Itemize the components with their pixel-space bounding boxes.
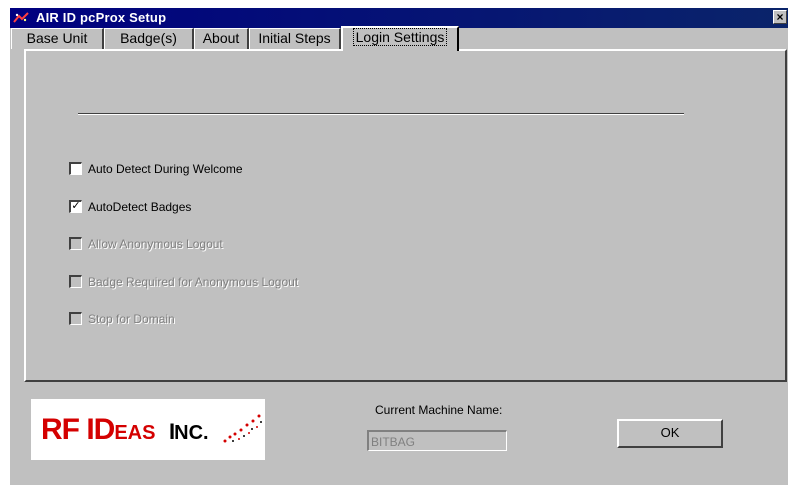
window-title: AIR ID pcProx Setup [36,10,167,25]
logo-sparkle-icon [223,414,262,443]
ok-button[interactable]: OK [617,419,723,448]
tab-about[interactable]: About [194,28,249,49]
tab-badges[interactable]: Badge(s) [104,28,194,49]
autodetect-badges-checkbox[interactable]: ✓ [69,200,82,213]
machine-name-label: Current Machine Name: [375,403,503,417]
machine-name-field: BITBAG [367,430,507,451]
allow-anonymous-logout-checkbox [69,237,82,250]
app-logo-icon [13,12,29,23]
close-button[interactable]: × [773,10,787,24]
auto-detect-welcome-checkbox[interactable] [69,162,82,175]
stop-for-domain-label: Stop for Domain [88,312,175,326]
badge-required-checkbox [69,275,82,288]
autodetect-badges-label: AutoDetect Badges [88,200,192,214]
tab-login-settings[interactable]: Login Settings [341,26,459,51]
logo-eas: EAS [114,422,162,444]
tab-initial-steps[interactable]: Initial Steps [249,28,341,49]
login-settings-panel [24,49,787,382]
badge-required-label: Badge Required for Anonymous Logout [88,275,299,289]
tab-base-unit[interactable]: Base Unit [11,28,104,49]
rfideas-logo: RF IDEAS INC. [31,399,265,460]
stop-for-domain-checkbox [69,312,82,325]
allow-anonymous-logout-label: Allow Anonymous Logout [88,237,223,251]
logo-nc: NC. [174,422,209,444]
auto-detect-welcome-label: Auto Detect During Welcome [88,162,243,176]
title-bar[interactable]: AIR ID pcProx Setup × [10,8,788,28]
section-divider [78,113,684,115]
tab-login-settings-label: Login Settings [352,28,448,46]
logo-rfid: RF ID [41,413,115,446]
close-icon: × [776,10,784,24]
logo-wordmark: RF IDEAS INC. [41,413,209,447]
